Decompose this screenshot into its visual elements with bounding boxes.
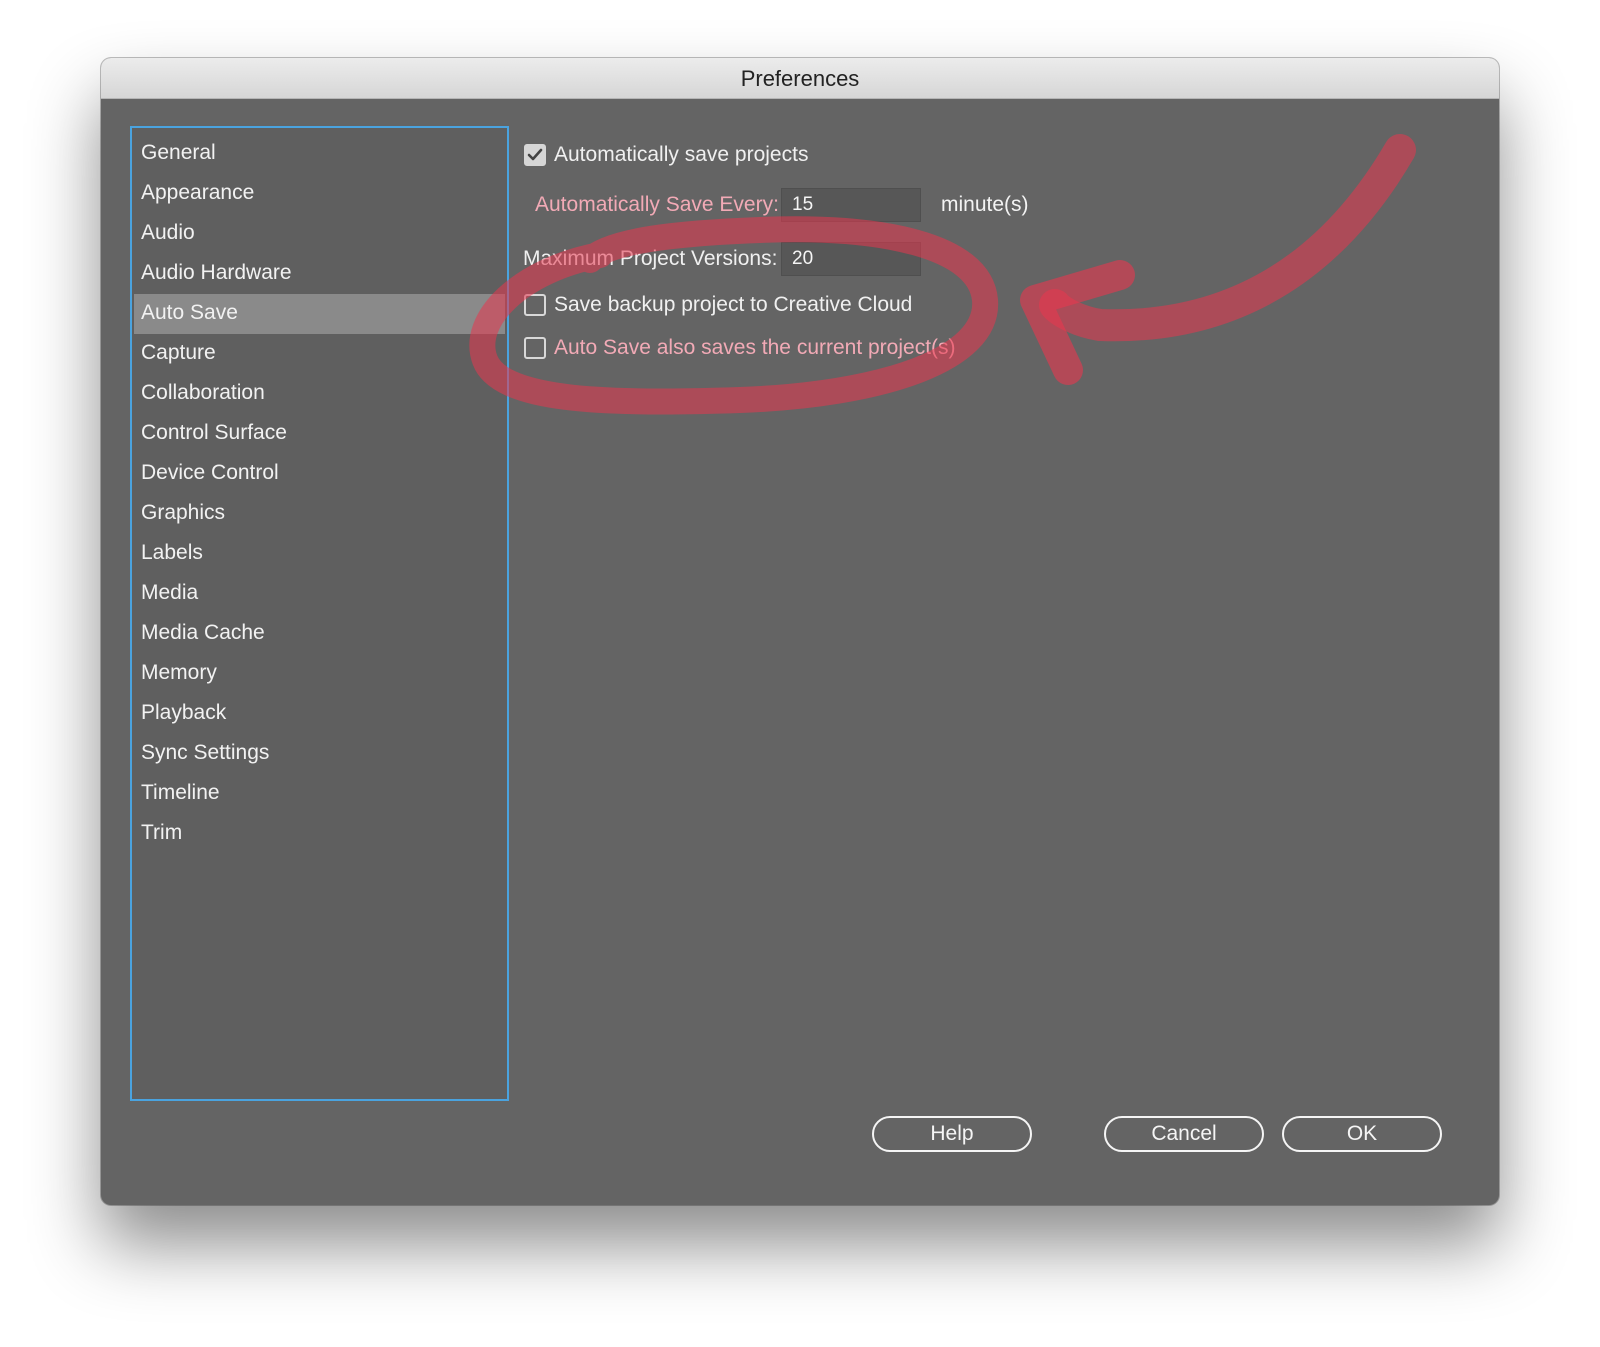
max-versions-label: Maximum Project Versions: [523,247,778,270]
sidebar-item-labels[interactable]: Labels [132,534,507,574]
preferences-category-list[interactable]: General Appearance Audio Audio Hardware Auto… [130,126,509,1101]
sidebar-item-audio[interactable]: Audio [132,214,507,254]
backup-cloud-checkbox[interactable] [524,294,546,316]
help-button[interactable]: Help [872,1116,1032,1152]
sidebar-item-memory[interactable]: Memory [132,654,507,694]
sidebar-item-trim[interactable]: Trim [132,814,507,854]
saves-current-checkbox[interactable] [524,337,546,359]
checkmark-icon [527,148,543,161]
sidebar-item-playback[interactable]: Playback [132,694,507,734]
sidebar-item-auto-save[interactable]: Auto Save [134,294,505,334]
category-list: General Appearance Audio Audio Hardware Auto… [132,128,507,854]
sidebar-item-media[interactable]: Media [132,574,507,614]
sidebar-item-appearance[interactable]: Appearance [132,174,507,214]
save-every-unit: minute(s) [941,193,1029,216]
saves-current-label: Auto Save also saves the current project… [554,336,956,359]
max-versions-input[interactable]: 20 [781,242,921,276]
sidebar-item-control-surface[interactable]: Control Surface [132,414,507,454]
backup-cloud-row[interactable]: Save backup project to Creative Cloud [524,293,912,317]
save-every-row: Automatically Save Every: 15 minute(s) [535,188,1029,222]
save-every-label: Automatically Save Every: [535,193,779,216]
sidebar-item-general[interactable]: General [132,134,507,174]
backup-cloud-label: Save backup project to Creative Cloud [554,293,913,316]
preferences-window: Preferences General Appearance Audio Audio … [101,58,1499,1205]
sidebar-item-audio-hardware[interactable]: Audio Hardware [132,254,507,294]
max-versions-row: Maximum Project Versions: 20 [523,242,921,276]
sidebar-item-capture[interactable]: Capture [132,334,507,374]
ok-button[interactable]: OK [1282,1116,1442,1152]
sidebar-item-media-cache[interactable]: Media Cache [132,614,507,654]
window-title: Preferences [101,58,1499,99]
saves-current-row[interactable]: Auto Save also saves the current project… [524,336,956,360]
auto-save-projects-row[interactable]: Automatically save projects [524,143,808,167]
auto-save-projects-checkbox[interactable] [524,144,546,166]
sidebar-item-sync-settings[interactable]: Sync Settings [132,734,507,774]
sidebar-item-device-control[interactable]: Device Control [132,454,507,494]
save-every-input[interactable]: 15 [781,188,921,222]
sidebar-item-collaboration[interactable]: Collaboration [132,374,507,414]
sidebar-item-graphics[interactable]: Graphics [132,494,507,534]
auto-save-projects-label: Automatically save projects [554,143,809,166]
cancel-button[interactable]: Cancel [1104,1116,1264,1152]
sidebar-item-timeline[interactable]: Timeline [132,774,507,814]
